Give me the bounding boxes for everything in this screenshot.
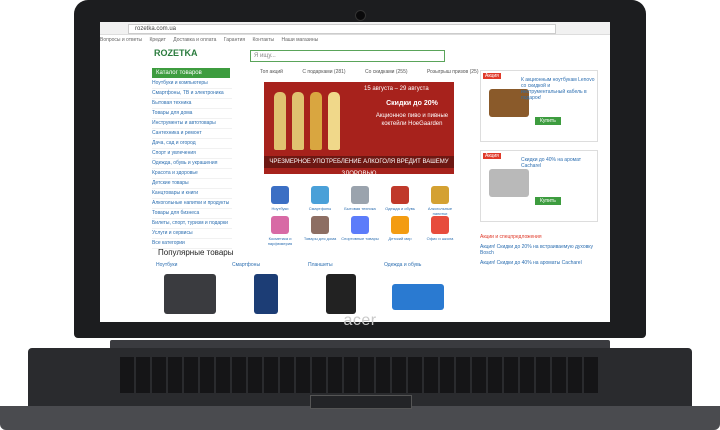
keyboard <box>120 357 600 393</box>
laptop-front <box>0 406 720 430</box>
catalog-item[interactable]: Одежда, обувь и украшения <box>152 159 232 169</box>
shoe-image <box>392 284 444 310</box>
perfume-image <box>489 169 529 197</box>
product-card[interactable]: Одежда и обувь <box>384 262 458 322</box>
catalog-item[interactable]: Бытовая техника <box>152 99 232 109</box>
product-card[interactable]: Ноутбуки <box>156 262 230 322</box>
tab-gifts[interactable]: С подарками (281) <box>302 69 345 75</box>
beer-bottle-image <box>292 92 304 150</box>
banner-warning: ЧРЕЗМЕРНОЕ УПОТРЕБЛЕНИЕ АЛКОГОЛЯ ВРЕДИТ … <box>264 156 454 177</box>
tab-prizes[interactable]: Розыгрыш призов (25) <box>427 69 479 75</box>
tab-discounts[interactable]: Со скидками (255) <box>365 69 408 75</box>
toy-icon <box>391 216 409 234</box>
laptop: rozetka.com.ua Вопросы и ответы Кредит Д… <box>0 0 720 430</box>
banner-dates: 15 августа – 29 августа <box>364 86 429 92</box>
catalog-item[interactable]: Товары для дома <box>152 109 232 119</box>
appliance-icon <box>351 186 369 204</box>
beer-bottle-image <box>310 92 322 150</box>
promo-link[interactable]: Акция! Скидки до 40% на ароматы Cacharel <box>480 260 596 266</box>
popular-products: Ноутбуки Смартфоны Планшеты Одежда и обу… <box>156 262 466 322</box>
side-ad[interactable]: Акция Скидки до 40% на аромат Cacharel К… <box>480 150 598 222</box>
touchpad <box>310 395 412 409</box>
catalog-item[interactable]: Ноутбуки и компьютеры <box>152 79 232 89</box>
catalog-item[interactable]: Канцтовары и книги <box>152 189 232 199</box>
buy-button[interactable]: Купить <box>535 117 561 125</box>
catalog-item[interactable]: Билеты, спорт, туризм и подарки <box>152 219 232 229</box>
beer-glass-image <box>328 92 340 150</box>
ad-tag: Акция <box>483 153 501 159</box>
tab-top[interactable]: Топ акций <box>260 69 283 75</box>
search-input[interactable]: Я ищу... <box>250 50 445 62</box>
banner-discount: Скидки до 20% <box>386 100 438 107</box>
nav-credit[interactable]: Кредит <box>150 37 166 43</box>
catalog-button[interactable]: Каталог товаров <box>152 68 230 78</box>
catalog-item[interactable]: Алкогольные напитки и продукты <box>152 199 232 209</box>
sport-icon <box>351 216 369 234</box>
nav-warranty[interactable]: Гарантия <box>224 37 245 43</box>
ad-text: Скидки до 40% на аромат Cacharel <box>521 157 582 169</box>
promos-block: Акции и спецпредложения Акция! Скидки до… <box>480 234 596 266</box>
catalog-item[interactable]: Спорт и увлечения <box>152 149 232 159</box>
catalog-item[interactable]: Дача, сад и огород <box>152 139 232 149</box>
catalog-item[interactable]: Детские товары <box>152 179 232 189</box>
tile-cosmetics[interactable]: Косметика и парфюмерия <box>260 214 300 258</box>
address-bar[interactable]: rozetka.com.ua <box>128 24 556 34</box>
buy-button[interactable]: Купить <box>535 197 561 205</box>
popular-title: Популярные товары <box>158 248 234 257</box>
laptop-icon <box>271 186 289 204</box>
top-nav: Вопросы и ответы Кредит Доставка и оплат… <box>100 34 610 46</box>
banner-subtitle: Акционное пиво и пивные коктейли HoeGaar… <box>375 113 449 127</box>
office-icon <box>431 216 449 234</box>
logo[interactable]: ROZETKA <box>154 48 198 58</box>
nav-stores[interactable]: Наши магазины <box>282 37 319 43</box>
nav-delivery[interactable]: Доставка и оплата <box>173 37 216 43</box>
catalog-item[interactable]: Красота и здоровье <box>152 169 232 179</box>
catalog-menu: Ноутбуки и компьютеры Смартфоны, ТВ и эл… <box>152 79 232 249</box>
side-ad[interactable]: Акция К акционным ноутбукам Lenovo со ск… <box>480 70 598 142</box>
promo-link[interactable]: Акция! Скидки до 20% на встраиваемую дух… <box>480 244 596 256</box>
catalog-item[interactable]: Услуги и сервисы <box>152 229 232 239</box>
nav-contacts[interactable]: Контакты <box>253 37 275 43</box>
clothes-icon <box>391 186 409 204</box>
webcam <box>355 10 366 21</box>
tile-sport[interactable]: Спортивные товары <box>340 214 380 258</box>
acer-logo: acer <box>343 312 377 329</box>
promos-title: Акции и спецпредложения <box>480 234 542 240</box>
screen: rozetka.com.ua Вопросы и ответы Кредит Д… <box>100 22 610 322</box>
promo-banner[interactable]: 15 августа – 29 августа Скидки до 20% Ак… <box>264 82 454 177</box>
tile-home[interactable]: Товары для дома <box>300 214 340 258</box>
bottle-icon <box>431 186 449 204</box>
ad-tag: Акция <box>483 73 501 79</box>
product-card[interactable]: Смартфоны <box>232 262 306 322</box>
cosmetics-icon <box>271 216 289 234</box>
tile-kids[interactable]: Детский мир <box>380 214 420 258</box>
beer-bottle-image <box>274 92 286 150</box>
catalog-item[interactable]: Инструменты и автотовары <box>152 119 232 129</box>
catalog-item[interactable]: Сантехника и ремонт <box>152 129 232 139</box>
phone-image <box>254 274 278 314</box>
ad-text: К акционным ноутбукам Lenovo со скидкой … <box>521 77 595 101</box>
catalog-item[interactable]: Товары для бизнеса <box>152 209 232 219</box>
phone-icon <box>311 186 329 204</box>
nav-faq[interactable]: Вопросы и ответы <box>100 37 142 43</box>
tablet-image <box>326 274 356 314</box>
catalog-item[interactable]: Смартфоны, ТВ и электроника <box>152 89 232 99</box>
home-icon <box>311 216 329 234</box>
tile-office[interactable]: Офис и школа <box>420 214 460 258</box>
laptop-image <box>164 274 216 314</box>
